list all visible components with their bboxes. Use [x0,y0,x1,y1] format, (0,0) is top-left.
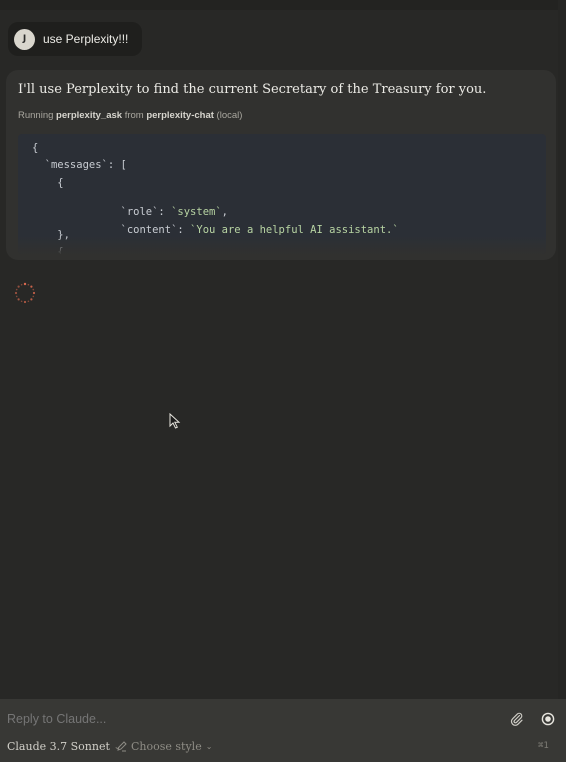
code-fade [18,236,546,254]
composer: Claude 3.7 Sonnet ⌄ Choose style ⌄ ⌘1 [0,699,566,762]
code-string: `You are a helpful AI assistant.` [190,224,399,236]
spinner-icon [14,282,36,304]
top-strip [0,0,566,10]
tool-status-prefix: Running [18,110,54,121]
code-line: `messages`: [ [32,159,127,171]
scroll-rail[interactable] [558,0,566,700]
mouse-cursor-icon [169,413,181,429]
style-selector[interactable]: Choose style ⌄ [116,740,212,753]
tool-status-suffix: (local) [216,110,243,121]
chevron-down-icon: ⌄ [205,742,213,751]
tool-input-code-block: { `messages`: [ { `role`: `system`, `con… [18,134,546,254]
tool-server-name: perplexity-chat [146,110,214,121]
pen-brush-icon [117,741,127,752]
chat-page: J use Perplexity!!! I'll use Perplexity … [0,0,566,762]
assistant-message: I'll use Perplexity to find the current … [6,70,556,260]
code-key: `content`: [82,224,191,236]
model-selector[interactable]: Claude 3.7 Sonnet ⌄ [7,740,121,753]
reply-input[interactable] [7,712,487,726]
shortcut-hint: ⌘1 [538,741,549,751]
assistant-message-text: I'll use Perplexity to find the current … [18,82,487,97]
paperclip-icon[interactable] [510,712,524,726]
style-label: Choose style [131,740,202,753]
record-icon[interactable] [540,711,556,727]
tool-status-middle: from [124,110,144,121]
tool-name: perplexity_ask [56,110,123,121]
code-line: { [32,177,64,189]
user-message: J use Perplexity!!! [8,22,143,56]
code-line: { [32,142,39,154]
model-label: Claude 3.7 Sonnet [7,740,110,753]
tool-status[interactable]: Running perplexity_ask from perplexity-c… [18,110,242,121]
avatar[interactable]: J [14,28,35,50]
user-message-text: use Perplexity!!! [43,32,129,46]
